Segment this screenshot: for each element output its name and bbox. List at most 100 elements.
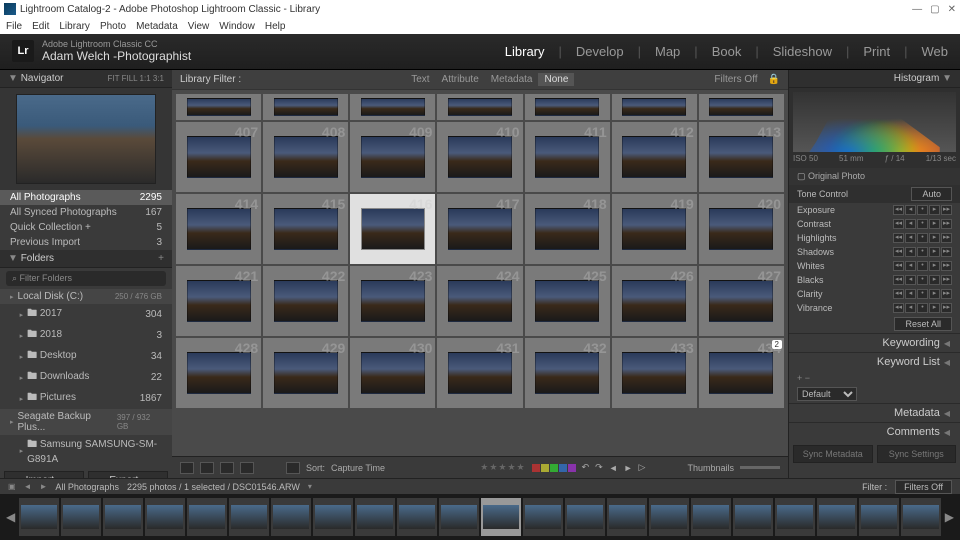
prev-photo-icon[interactable]: ◄ [609, 463, 618, 473]
histogram-header[interactable]: Histogram ▼ [789, 70, 960, 88]
folder-row[interactable]: ▸ 🖿 Samsung SAMSUNG-SM-G891A [0, 435, 172, 467]
filmstrip-thumb[interactable] [565, 498, 605, 536]
filmstrip-thumb[interactable] [61, 498, 101, 536]
thumbnail-size-slider[interactable] [740, 466, 780, 469]
tone-highlights[interactable]: Highlights◂◂◂•▸▸▸ [789, 231, 960, 245]
filter-text[interactable]: Text [405, 73, 435, 86]
tone-vibrance[interactable]: Vibrance◂◂◂•▸▸▸ [789, 301, 960, 315]
catalog-item[interactable]: Previous Import3 [0, 235, 172, 250]
menu-file[interactable]: File [6, 21, 22, 32]
thumbnail-cell[interactable]: 407 [176, 122, 261, 192]
go-back-icon[interactable]: ◄ [24, 482, 32, 491]
filmstrip-thumb[interactable] [271, 498, 311, 536]
module-book[interactable]: Book [712, 44, 742, 59]
second-window-icon[interactable]: ▣ [8, 482, 16, 491]
menu-library[interactable]: Library [59, 21, 90, 32]
filmstrip-thumb[interactable] [817, 498, 857, 536]
navigator-header[interactable]: ▼ Navigator FIT FILL 1:1 3:1 [0, 70, 172, 88]
filmstrip-thumb[interactable] [229, 498, 269, 536]
module-library[interactable]: Library [505, 44, 545, 59]
navigator-preview[interactable] [0, 88, 172, 190]
tone-whites[interactable]: Whites◂◂◂•▸▸▸ [789, 259, 960, 273]
folder-row[interactable]: ▸ 🖿 2017304 [0, 304, 172, 325]
thumbnail-cell[interactable]: 420 [699, 194, 784, 264]
filter-metadata[interactable]: Metadata [485, 73, 539, 86]
panel-comments[interactable]: Comments◀ [789, 422, 960, 441]
survey-view-icon[interactable] [240, 462, 254, 474]
filmstrip-thumb[interactable] [187, 498, 227, 536]
rating-stars[interactable]: ★★★★★ [480, 462, 525, 473]
grid-view-icon[interactable] [180, 462, 194, 474]
tone-contrast[interactable]: Contrast◂◂◂•▸▸▸ [789, 217, 960, 231]
disk-row[interactable]: ▸Seagate Backup Plus...397 / 932 GB [0, 409, 172, 435]
menu-help[interactable]: Help [265, 21, 286, 32]
sync-settings-button[interactable]: Sync Settings [877, 445, 957, 463]
thumbnail-cell[interactable] [437, 94, 522, 120]
filmstrip-thumb[interactable] [691, 498, 731, 536]
menu-window[interactable]: Window [219, 21, 255, 32]
thumbnail-cell[interactable] [525, 94, 610, 120]
tone-shadows[interactable]: Shadows◂◂◂•▸▸▸ [789, 245, 960, 259]
menu-edit[interactable]: Edit [32, 21, 49, 32]
panel-keyword-list[interactable]: Keyword List◀ [789, 352, 960, 371]
rotate-right-icon[interactable]: ↷ [595, 462, 603, 473]
tone-blacks[interactable]: Blacks◂◂◂•▸▸▸ [789, 273, 960, 287]
thumbnail-cell[interactable]: 418 [525, 194, 610, 264]
painter-icon[interactable] [286, 462, 300, 474]
catalog-item[interactable]: All Synced Photographs167 [0, 205, 172, 220]
thumbnail-cell[interactable]: 431 [437, 338, 522, 408]
reset-all-button[interactable]: Reset All [894, 317, 952, 331]
thumbnail-cell[interactable] [176, 94, 261, 120]
minimize-icon[interactable]: — [912, 4, 922, 15]
close-icon[interactable]: ✕ [948, 4, 956, 15]
filmstrip-thumb[interactable] [607, 498, 647, 536]
thumbnail-cell[interactable]: 416 [350, 194, 435, 264]
color-labels[interactable] [532, 464, 576, 472]
thumbnail-cell[interactable]: 433 [612, 338, 697, 408]
menu-photo[interactable]: Photo [100, 21, 126, 32]
filmstrip-thumb[interactable] [103, 498, 143, 536]
filmstrip-thumb[interactable] [649, 498, 689, 536]
module-develop[interactable]: Develop [576, 44, 624, 59]
disk-row[interactable]: ▸Local Disk (C:)250 / 476 GB [0, 289, 172, 304]
thumbnail-cell[interactable]: 423 [350, 266, 435, 336]
filmstrip-thumb[interactable] [145, 498, 185, 536]
filmstrip-thumb[interactable] [313, 498, 353, 536]
filmstrip-thumb[interactable] [481, 498, 521, 536]
thumbnail-cell[interactable]: 410 [437, 122, 522, 192]
next-photo-icon[interactable]: ► [624, 463, 633, 473]
catalog-item[interactable]: Quick Collection +5 [0, 220, 172, 235]
folder-row[interactable]: ▸ 🖿 Downloads22 [0, 367, 172, 388]
thumbnail-cell[interactable]: 426 [612, 266, 697, 336]
filter-folders-input[interactable]: ⌕ Filter Folders [6, 271, 166, 286]
thumbnail-cell[interactable]: 425 [525, 266, 610, 336]
add-folder-icon[interactable]: + [158, 253, 164, 264]
auto-tone-button[interactable]: Auto [911, 187, 952, 201]
thumbnail-cell[interactable] [699, 94, 784, 120]
module-web[interactable]: Web [922, 44, 949, 59]
thumbnail-cell[interactable]: 408 [263, 122, 348, 192]
thumbnail-cell[interactable]: 428 [176, 338, 261, 408]
thumbnail-cell[interactable]: 411 [525, 122, 610, 192]
thumbnail-cell[interactable] [350, 94, 435, 120]
thumbnail-cell[interactable]: 415 [263, 194, 348, 264]
original-photo-toggle[interactable]: ▢ Original Photo [789, 168, 960, 185]
module-print[interactable]: Print [863, 44, 890, 59]
play-icon[interactable]: ▷ [639, 462, 646, 473]
filmstrip-thumb[interactable] [901, 498, 941, 536]
filmstrip-thumb[interactable] [733, 498, 773, 536]
module-map[interactable]: Map [655, 44, 680, 59]
thumbnail-cell[interactable]: 429 [263, 338, 348, 408]
menu-metadata[interactable]: Metadata [136, 21, 178, 32]
source-label[interactable]: All Photographs [55, 482, 119, 492]
folder-row[interactable]: ▸ 🖿 20183 [0, 325, 172, 346]
filter-lock-icon[interactable]: 🔒 [768, 74, 780, 85]
tone-exposure[interactable]: Exposure◂◂◂•▸▸▸ [789, 203, 960, 217]
module-slideshow[interactable]: Slideshow [773, 44, 832, 59]
folder-row[interactable]: ▸ 🖿 Pictures1867 [0, 388, 172, 409]
panel-keywording[interactable]: Keywording◀ [789, 333, 960, 352]
thumbnail-cell[interactable]: 432 [525, 338, 610, 408]
filmstrip-thumb[interactable] [859, 498, 899, 536]
filmstrip-right-icon[interactable]: ▶ [943, 510, 956, 524]
histogram-display[interactable]: ISO 50 51 mm ƒ / 14 1/13 sec [789, 88, 960, 168]
